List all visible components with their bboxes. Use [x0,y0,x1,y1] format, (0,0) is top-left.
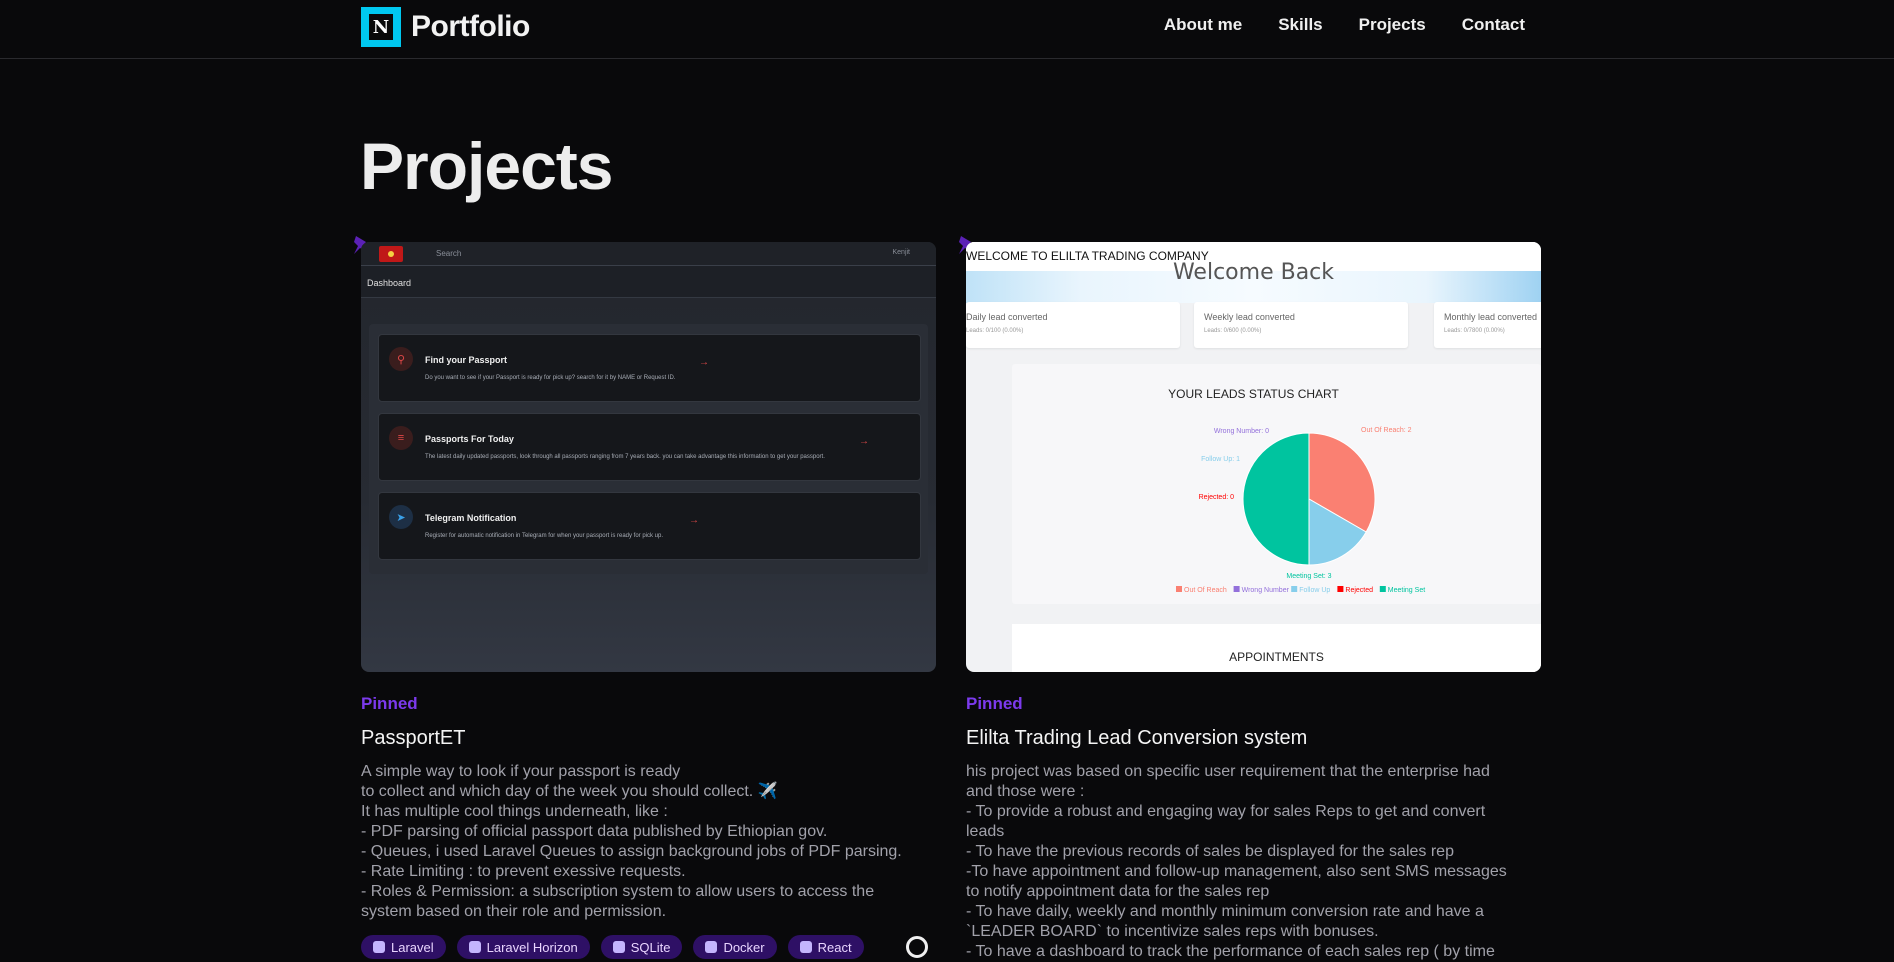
desc-line: - Rate Limiting : to prevent exessive re… [361,863,686,880]
tech-chip-react[interactable]: React [787,935,864,959]
nav-links: About me Skills Projects Contact [1164,15,1525,35]
nav-link-projects[interactable]: Projects [1359,15,1426,35]
desc-line: his project was based on specific user r… [966,763,1490,780]
project-title[interactable]: Elilta Trading Lead Conversion system [966,727,1307,750]
desc-line: -To have appointment and follow-up manag… [966,863,1507,880]
nav-link-about[interactable]: About me [1164,15,1242,35]
desc-line: - To have daily, weekly and monthly mini… [966,903,1484,920]
dashboard-bar [361,266,936,298]
desc-line: - To provide a robust and engaging way f… [966,803,1486,820]
desc-line: to collect and which day of the week you… [361,783,778,800]
pinned-label: Pinned [361,694,418,713]
card-passports-today: ≡ Passports For Today The latest daily u… [378,413,921,481]
desc-line: It has multiple cool things underneath, … [361,803,668,820]
project-description: A simple way to look if your passport is… [361,762,941,922]
tech-stack: Laravel Laravel Horizon SQLite Docker Re… [361,935,864,959]
legend-swatch [1233,586,1240,592]
telegram-icon: ➤ [389,505,413,529]
laravel-icon [373,941,385,953]
appointments-heading: APPOINTMENTS [1229,650,1324,664]
search-input: Search [436,249,462,258]
card-title: Find your Passport [425,355,508,365]
arrow-right-icon: → [689,515,699,526]
tech-chip-laravel[interactable]: Laravel [361,935,446,959]
desc-line: - To have the previous records of sales … [966,843,1454,860]
desc-line: - Roles & Permission: a subscription sys… [361,883,875,900]
card-desc: The latest daily updated passports, look… [425,454,825,460]
desc-line: - Queues, i used Laravel Queues to assig… [361,843,902,860]
project-screenshot-elilta[interactable]: WELCOME TO ELILTA TRADING COMPANY Welcom… [966,242,1541,672]
github-icon[interactable] [906,936,928,958]
pie-label: Follow Up: 1 [1201,456,1240,463]
logo-icon: N [361,7,401,47]
pie-slice-meeting-set[interactable] [1242,432,1310,566]
project-screenshot-passportet[interactable]: Search Kenjit Dashboard ⚲ Find your Pass… [361,242,936,672]
arrow-right-icon: → [699,357,709,368]
list-icon: ≡ [389,426,413,450]
project-description: his project was based on specific user r… [966,762,1546,962]
card-telegram: ➤ Telegram Notification Register for aut… [378,492,921,560]
legend-label[interactable]: Meeting Set [1388,587,1425,594]
legend-label[interactable]: Rejected [1345,587,1373,594]
card-title: Passports For Today [425,434,514,444]
dashboard-heading: Dashboard [367,278,412,288]
desc-line: `LEADER BOARD` to incentivize sales reps… [966,923,1379,940]
chip-label: Docker [723,939,765,955]
desc-line: and those were : [966,783,1085,800]
desc-line: - PDF parsing of official passport data … [361,823,828,840]
chip-label: Laravel Horizon [486,939,578,955]
desc-line: system based on their role and permissio… [361,903,667,920]
chip-label: SQLite [630,939,671,955]
logo[interactable]: N Portfolio [361,7,530,47]
react-icon [799,941,812,953]
top-navbar: N Portfolio About me Skills Projects Con… [0,0,1894,59]
logo-letter: N [369,14,393,40]
desc-line: leads [966,823,1005,840]
horizon-icon [468,941,481,953]
nav-link-skills[interactable]: Skills [1278,15,1322,35]
pie-label: Out Of Reach: 2 [1361,427,1412,434]
tech-chip-horizon[interactable]: Laravel Horizon [456,935,590,959]
flag-icon [379,246,403,262]
chip-label: Laravel [391,939,434,955]
chip-label: React [817,939,852,955]
legend-swatch [1291,586,1298,592]
desc-line: - To have a dashboard to track the perfo… [966,943,1495,960]
nav-link-contact[interactable]: Contact [1462,15,1525,35]
docker-icon [705,941,718,953]
pie-label: Meeting Set: 3 [1286,573,1331,580]
legend-swatch [1379,586,1386,592]
pie-label: Rejected: 0 [1199,494,1235,501]
desc-line: A simple way to look if your passport is… [361,763,681,780]
page-title: Projects [360,129,613,203]
card-title: Telegram Notification [425,513,517,523]
card-find-passport: ⚲ Find your Passport Do you want to see … [378,334,921,402]
legend-label[interactable]: Wrong Number [1242,587,1290,594]
sqlite-icon [612,941,625,953]
appointments-card: APPOINTMENTS [1012,624,1541,672]
desc-line: to notify appointment data for the sales… [966,883,1270,900]
card-desc: Register for automatic notification in T… [425,533,664,539]
pie-label: Wrong Number: 0 [1214,428,1269,435]
arrow-right-icon: → [859,436,869,447]
legend-swatch [1176,586,1182,592]
legend-label[interactable]: Out Of Reach [1184,587,1227,594]
card-desc: Do you want to see if your Passport is r… [425,375,676,381]
tech-chip-sqlite[interactable]: SQLite [600,935,683,959]
legend-label[interactable]: Follow Up [1299,587,1330,594]
app-topbar: Search Kenjit [361,242,936,266]
tech-chip-docker[interactable]: Docker [693,935,777,959]
project-title[interactable]: PassportET [361,727,465,750]
user-menu: Kenjit [892,249,910,256]
pinned-label: Pinned [966,694,1023,713]
search-icon: ⚲ [389,347,413,371]
pie-chart: Out Of Reach: 2 Wrong Number: 0 Follow Up:… [1176,427,1425,594]
brand-name: Portfolio [411,10,530,43]
legend-swatch [1337,586,1344,592]
